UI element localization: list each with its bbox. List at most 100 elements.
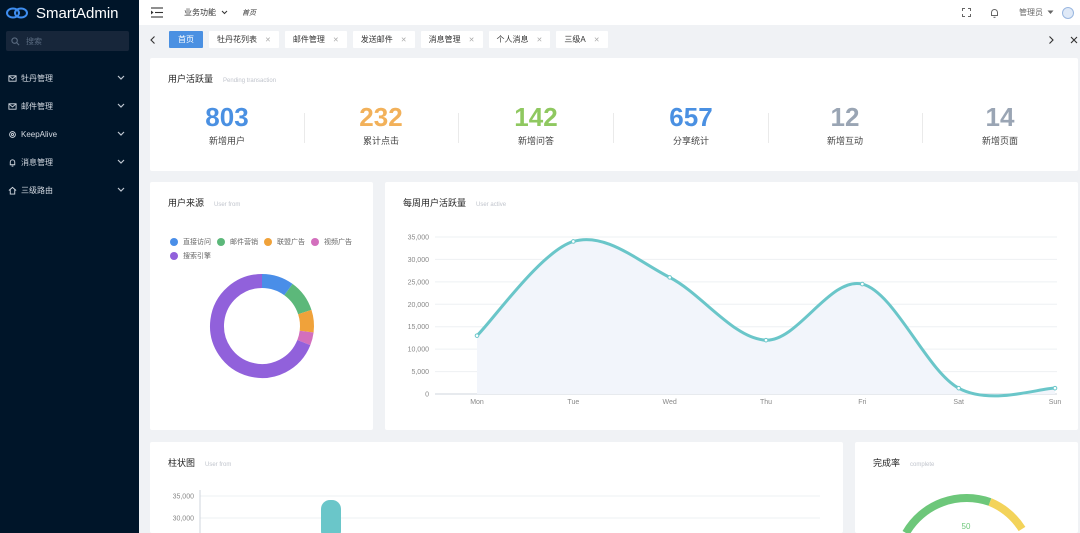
close-icon[interactable]: ✕ <box>401 36 407 44</box>
y-tick-label: 20,000 <box>408 302 430 309</box>
data-point[interactable] <box>667 275 672 280</box>
bar-chart: 35,000 30,000 <box>173 490 820 533</box>
data-point[interactable] <box>956 385 961 391</box>
close-icon[interactable]: ✕ <box>333 36 339 44</box>
header-actions: 管理员 <box>962 0 1080 25</box>
sidebar-item-label: KeepAlive <box>21 129 58 139</box>
card-title-text: 用户活跃量 <box>168 74 214 84</box>
data-point[interactable] <box>1052 385 1058 391</box>
x-tick-label: Thu <box>760 399 772 406</box>
legend-dot <box>217 238 225 246</box>
legend-item[interactable]: 邮件营销 <box>217 235 258 249</box>
stat-label: 新增用户 <box>208 136 245 146</box>
close-icon[interactable]: ✕ <box>594 36 600 44</box>
x-tick-label: Sun <box>1049 399 1062 406</box>
legend-label: 邮件营销 <box>230 239 258 246</box>
stat-value: 232 <box>359 102 403 132</box>
user-name: 管理员 <box>1019 8 1043 17</box>
fullscreen-icon[interactable] <box>962 8 971 17</box>
data-point[interactable] <box>763 337 769 343</box>
tab-label: 发送邮件 <box>360 35 393 44</box>
sidebar-item-label: 邮件管理 <box>21 101 53 111</box>
stat-new-questions: 142 新增问答 <box>459 102 613 147</box>
donut-slice[interactable] <box>284 283 312 315</box>
user-menu[interactable]: 管理员 <box>1019 6 1080 19</box>
data-point[interactable] <box>571 239 576 244</box>
x-tick-label: Tue <box>567 399 579 406</box>
tab-home[interactable]: 首页 <box>169 31 203 48</box>
y-tick-label: 5,000 <box>411 369 429 376</box>
tab-message-manage[interactable]: 消息管理 ✕ <box>420 31 483 48</box>
legend-dot <box>170 252 178 260</box>
weekly-active-card: 每周用户活跃量 User active 0 5,000 10,000 15,000 20… <box>385 182 1078 430</box>
sidebar-item-peony[interactable]: 牡丹管理 <box>0 64 139 92</box>
bar[interactable] <box>321 500 341 533</box>
tab-peony-list[interactable]: 牡丹花列表 ✕ <box>209 31 279 48</box>
y-tick-label: 15,000 <box>408 324 430 331</box>
sidebar-item-mail[interactable]: 邮件管理 <box>0 92 139 120</box>
close-icon[interactable]: ✕ <box>537 36 543 44</box>
legend-item[interactable]: 直接访问 <box>170 235 211 249</box>
sidebar-search-input[interactable]: 搜索 <box>6 31 129 51</box>
chevron-down-icon <box>117 131 125 136</box>
stat-total-clicks: 232 累计点击 <box>304 102 458 147</box>
donut-slice[interactable] <box>297 330 314 346</box>
y-tick-label: 10,000 <box>408 347 430 354</box>
card-title: 用户活跃量 Pending transaction <box>168 72 276 85</box>
stat-value: 657 <box>669 102 713 132</box>
completion-card: 完成率 complete 50 <box>855 442 1078 533</box>
tab-label: 牡丹花列表 <box>217 35 257 44</box>
card-title-text: 用户来源 <box>168 198 205 208</box>
close-all-icon[interactable] <box>1070 36 1078 44</box>
gauge-tick-label: 50 <box>962 522 971 531</box>
sidebar-item-label: 牡丹管理 <box>21 73 53 83</box>
chevron-left-icon[interactable] <box>149 35 157 44</box>
source-donut-chart <box>210 274 314 378</box>
stat-value: 803 <box>205 102 249 132</box>
close-icon[interactable]: ✕ <box>265 36 271 44</box>
sidebar-item-routes[interactable]: 三级路由 <box>0 176 139 204</box>
sidebar-item-label: 消息管理 <box>21 157 53 167</box>
stat-new-pages: 14 新增页面 <box>923 102 1077 147</box>
caret-down-icon <box>1047 10 1054 14</box>
close-icon[interactable]: ✕ <box>469 36 475 44</box>
tab-send-mail[interactable]: 发送邮件 ✕ <box>352 31 415 48</box>
card-subtitle: User from <box>214 202 241 208</box>
stat-label: 新增页面 <box>981 136 1018 146</box>
tab-personal-messages[interactable]: 个人消息 ✕ <box>488 31 551 48</box>
data-point[interactable] <box>474 333 480 338</box>
area-fill <box>477 239 1055 396</box>
data-point[interactable] <box>860 281 865 287</box>
business-menu-dropdown[interactable]: 业务功能 <box>184 7 228 18</box>
tab-mail-manage[interactable]: 邮件管理 ✕ <box>284 31 347 48</box>
brand[interactable]: SmartAdmin <box>0 0 139 26</box>
bell-icon[interactable] <box>990 8 999 18</box>
bell-icon <box>9 158 16 167</box>
y-tick-label: 30,000 <box>408 257 430 264</box>
stat-label: 新增问答 <box>517 136 554 146</box>
sidebar-item-label: 三级路由 <box>21 185 53 195</box>
home-icon <box>8 186 17 195</box>
chevron-right-icon[interactable] <box>1047 36 1055 44</box>
sidebar-item-messages[interactable]: 消息管理 <box>0 148 139 176</box>
tab-level3-a[interactable]: 三级A ✕ <box>556 31 608 48</box>
mail-icon <box>8 102 17 110</box>
business-menu-label: 业务功能 <box>184 8 216 17</box>
donut-slice[interactable] <box>298 309 314 333</box>
sidebar-item-keepalive[interactable]: KeepAlive <box>0 120 139 148</box>
donut-slice[interactable] <box>261 274 293 296</box>
tab-bar: 首页 牡丹花列表 ✕ 邮件管理 ✕ 发送邮件 ✕ 消息管理 ✕ 个人消息 ✕ 三级A ✕ <box>139 25 1080 54</box>
breadcrumb[interactable]: 首页 <box>242 8 256 18</box>
legend-item[interactable]: 视频广告 <box>311 235 352 249</box>
menu-toggle-icon[interactable] <box>151 7 163 18</box>
x-tick-label: Sat <box>953 399 964 406</box>
legend-item[interactable]: 联盟广告 <box>264 235 305 249</box>
legend-item[interactable]: 搜索引擎 <box>170 249 211 263</box>
gauge-arc-green <box>902 494 992 533</box>
mail-icon <box>8 74 17 82</box>
legend-dot <box>170 238 178 246</box>
avatar[interactable] <box>1062 6 1074 19</box>
logo-icon <box>6 7 28 19</box>
bar-chart-card: 柱状图 User from 35,000 30,000 <box>150 442 843 533</box>
stat-value: 14 <box>985 102 1015 132</box>
